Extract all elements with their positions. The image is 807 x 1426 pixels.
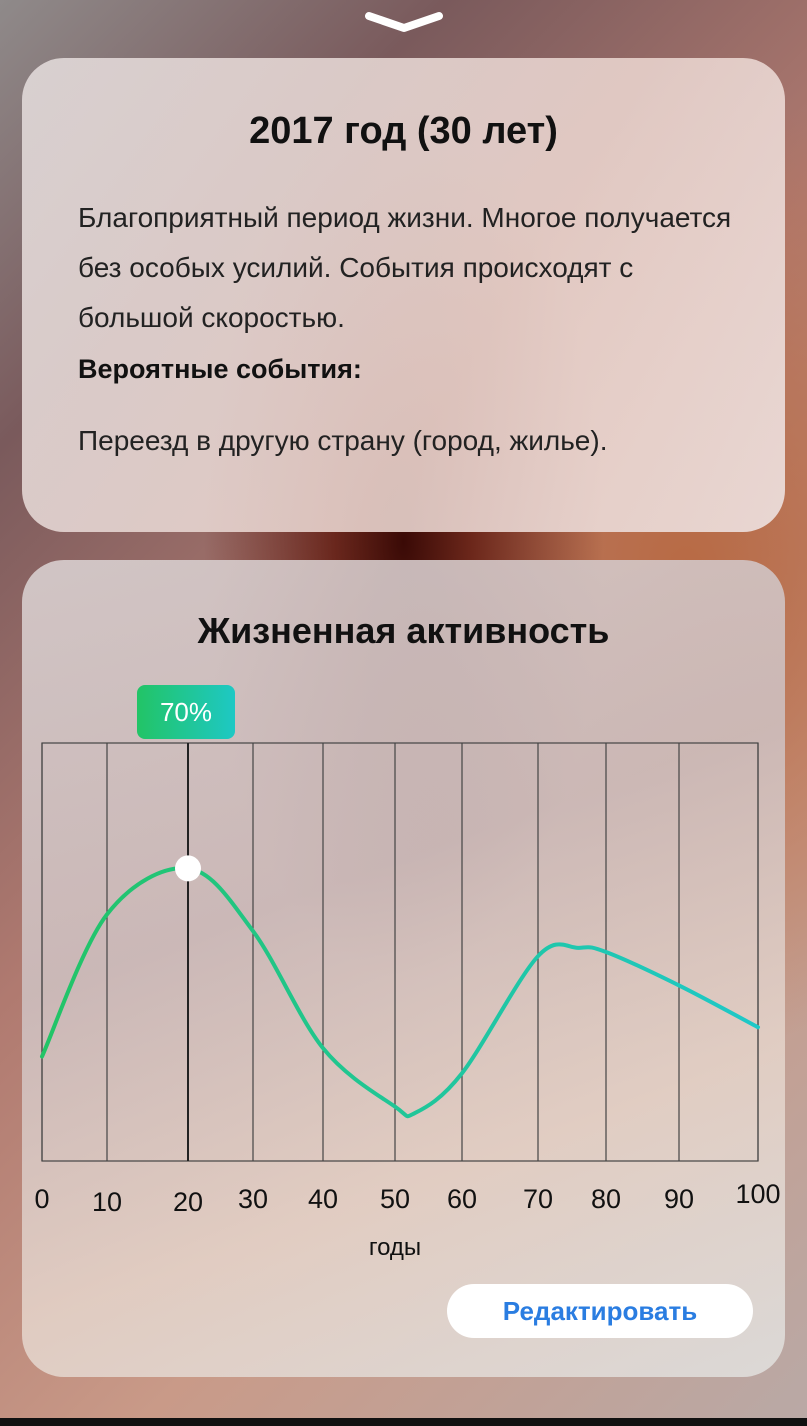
edit-button[interactable]: Редактировать [447, 1284, 753, 1338]
x-tick-label: 80 [591, 1184, 621, 1214]
x-tick-label: 50 [380, 1184, 410, 1214]
year-card: 2017 год (30 лет) Благоприятный период ж… [22, 58, 785, 532]
x-tick-label: 10 [92, 1187, 122, 1217]
x-tick-label: 70 [523, 1184, 553, 1214]
activity-card: Жизненная активность 70% 0 10 20 30 40 50 60 70… [22, 560, 785, 1377]
x-tick-label: 90 [664, 1184, 694, 1214]
x-tick-label: 60 [447, 1184, 477, 1214]
chevron-down-icon[interactable] [363, 10, 445, 34]
x-axis-label: годы [369, 1234, 421, 1261]
x-tick-label: 100 [735, 1179, 780, 1209]
year-description: Благоприятный период жизни. Многое получ… [78, 202, 732, 333]
year-title: 2017 год (30 лет) [249, 110, 558, 152]
x-tick-label: 20 [173, 1187, 203, 1217]
x-tick-label: 0 [34, 1184, 49, 1214]
current-point-marker[interactable] [175, 855, 201, 882]
plot-frame [41, 742, 759, 1162]
activity-line [40, 866, 760, 1119]
bottom-bar [0, 1418, 807, 1426]
events-heading: Вероятные события: [78, 354, 362, 384]
x-tick-label: 30 [238, 1184, 268, 1214]
x-tick-label: 40 [308, 1184, 338, 1214]
events-text: Переезд в другую страну (город, жилье). [78, 425, 608, 456]
activity-chart[interactable]: 0 10 20 30 40 50 60 70 80 90 100 годы [22, 560, 785, 1280]
